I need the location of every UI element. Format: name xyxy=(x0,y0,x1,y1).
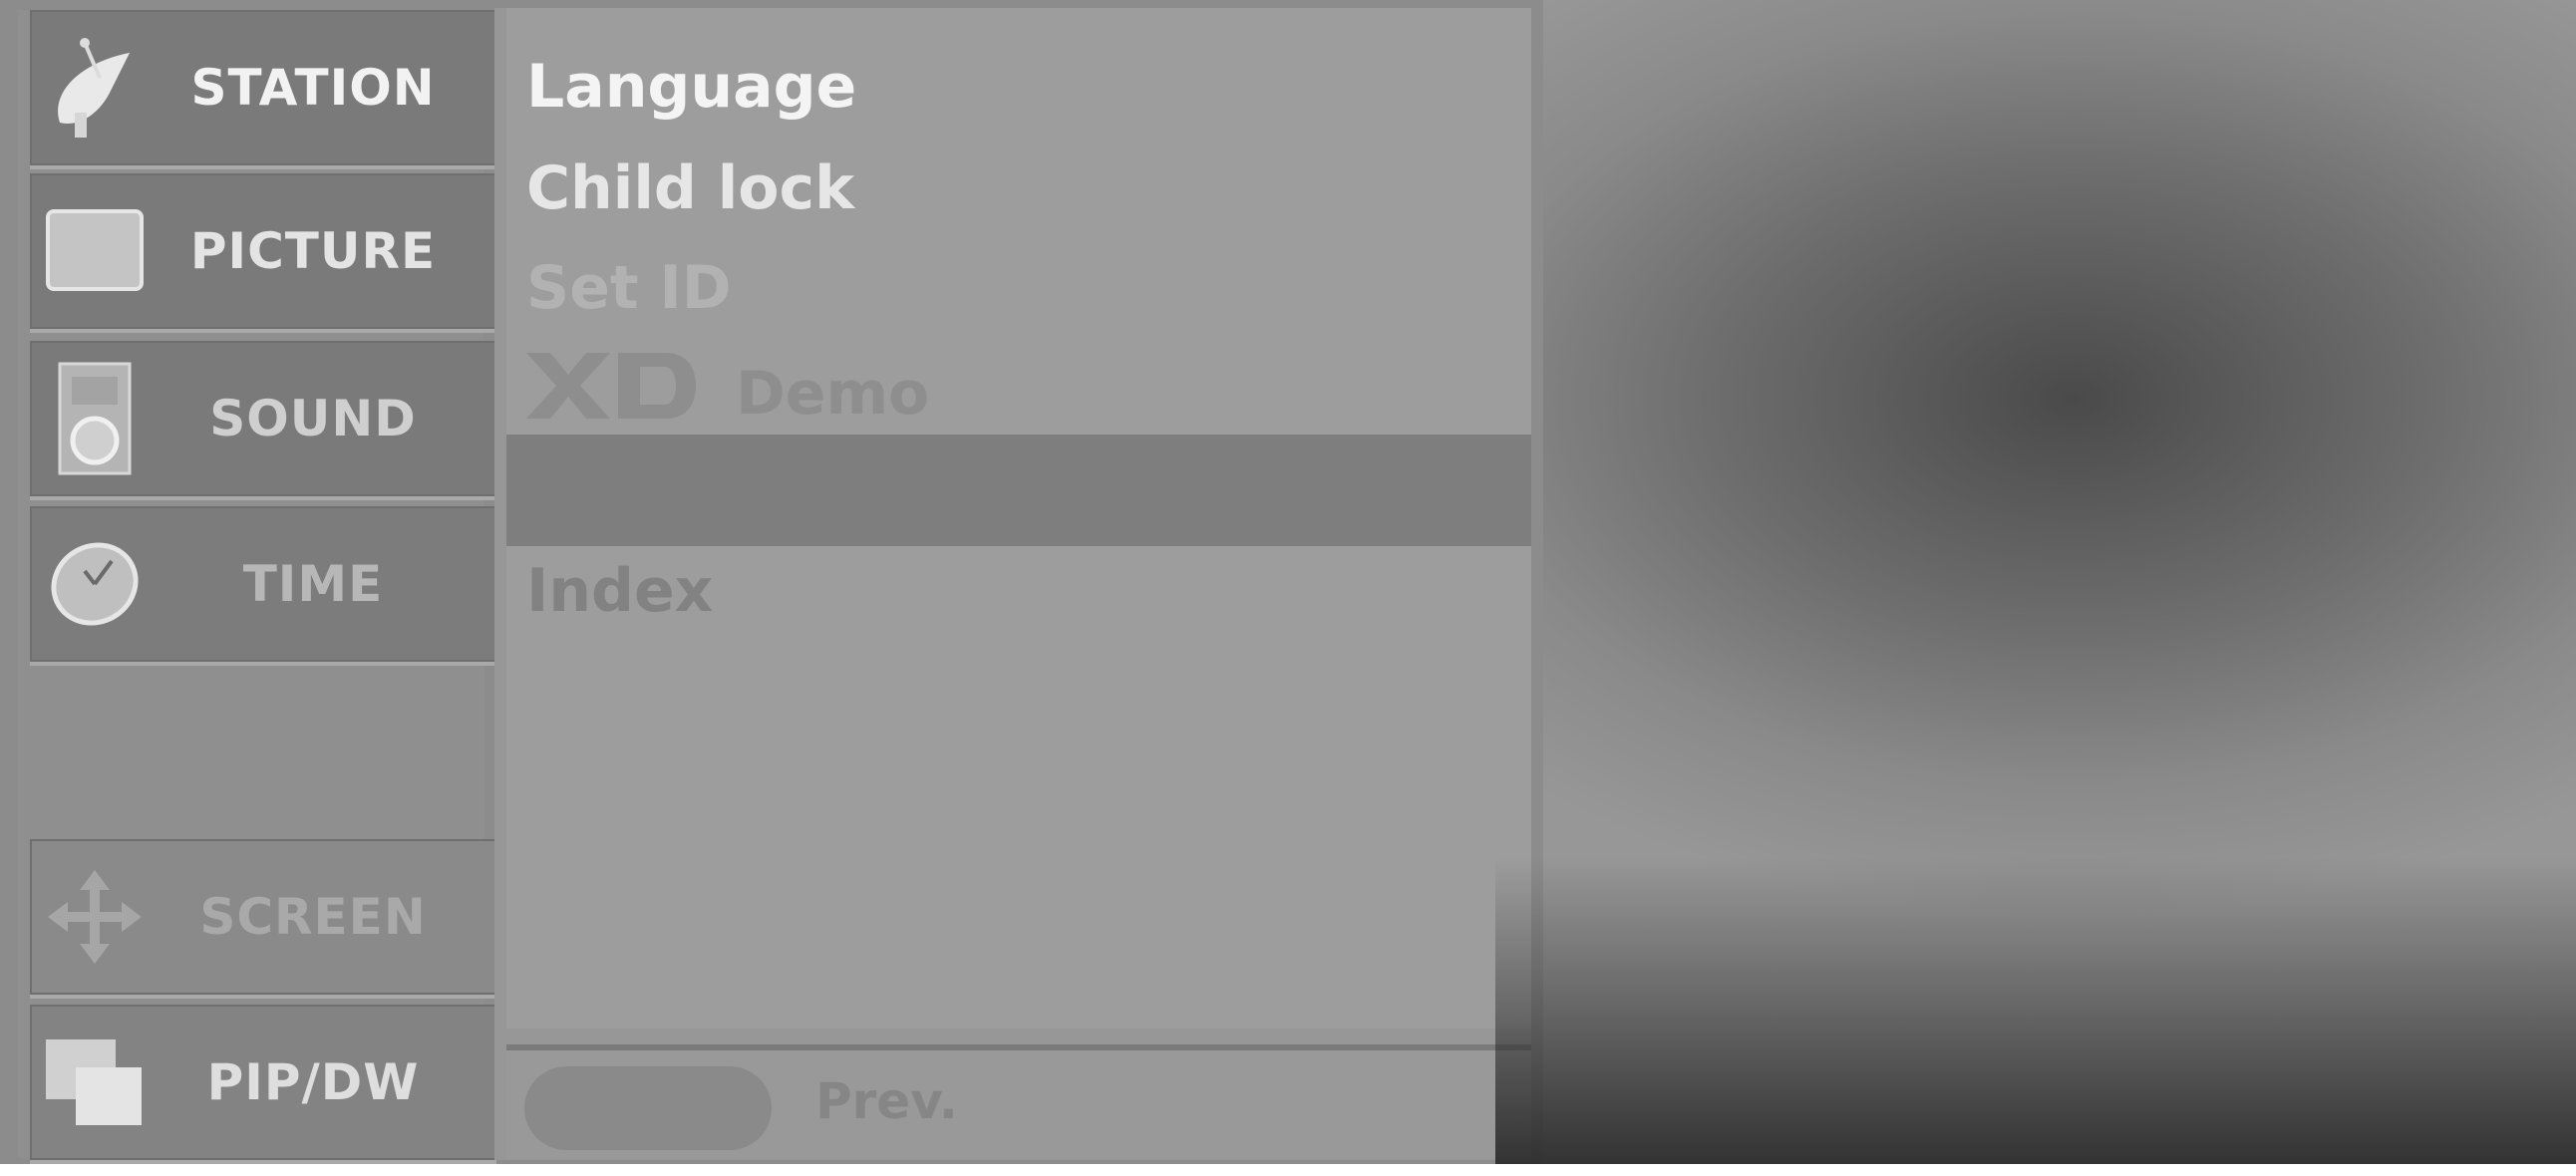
option-xd-demo[interactable]: Demo xyxy=(526,353,929,434)
sidebar-item-label: TIME xyxy=(242,555,384,613)
tv-screen: STATION PICTURE SOUND TIME SCREEN PIP/DW… xyxy=(0,0,2576,1164)
option-index[interactable]: Index xyxy=(526,556,713,626)
sidebar-item-label: PICTURE xyxy=(189,222,437,280)
option-child-lock[interactable]: Child lock xyxy=(526,153,854,223)
speaker-icon xyxy=(30,341,160,496)
xd-logo xyxy=(526,353,696,434)
satellite-dish-icon xyxy=(30,10,160,165)
sidebar-item-picture[interactable]: PICTURE xyxy=(30,173,496,333)
sidebar-item-label: STATION xyxy=(190,59,436,117)
option-label: Demo xyxy=(736,358,930,429)
sidebar-item-pip[interactable]: PIP/DW xyxy=(30,1005,496,1164)
selection-highlight xyxy=(506,435,1531,546)
sidebar-item-time[interactable]: TIME xyxy=(30,506,496,666)
osd-menu: STATION PICTURE SOUND TIME SCREEN PIP/DW… xyxy=(0,0,1543,1164)
clock-icon xyxy=(30,506,160,662)
tv-screen-icon xyxy=(30,173,160,329)
sidebar-item-screen[interactable]: SCREEN xyxy=(30,839,496,999)
sidebar-item-station[interactable]: STATION xyxy=(30,10,496,169)
sidebar-item-label: PIP/DW xyxy=(206,1053,420,1111)
sidebar-item-label: SCREEN xyxy=(199,888,427,946)
footer-bar: Prev. xyxy=(506,1044,1531,1158)
move-arrows-icon xyxy=(30,839,160,995)
sidebar: STATION PICTURE SOUND TIME SCREEN PIP/DW xyxy=(18,10,496,1164)
option-language[interactable]: Language xyxy=(526,52,856,122)
submenu-panel: Language Child lock Set ID Demo Index Pr… xyxy=(494,8,1531,1160)
prev-button[interactable] xyxy=(524,1066,772,1150)
prev-label: Prev. xyxy=(815,1072,958,1130)
sidebar-item-label: SOUND xyxy=(209,390,417,447)
sidebar-item-sound[interactable]: SOUND xyxy=(30,341,496,500)
option-set-id[interactable]: Set ID xyxy=(526,253,732,323)
pip-windows-icon xyxy=(30,1005,160,1160)
option-list: Language Child lock Set ID Demo Index xyxy=(506,8,1531,1029)
